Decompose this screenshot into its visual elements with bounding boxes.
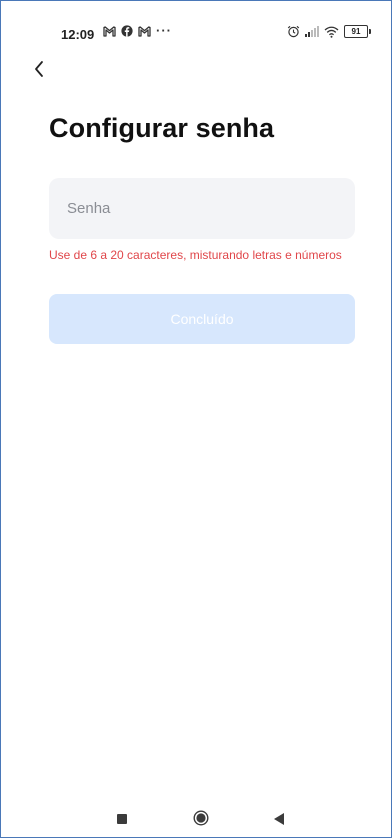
- back-button[interactable]: [27, 57, 51, 85]
- gmail-icon: [138, 25, 151, 37]
- gmail-icon: [103, 25, 116, 37]
- back-icon[interactable]: [273, 812, 285, 826]
- status-system-icons: 91: [287, 25, 371, 38]
- signal-icon: [305, 26, 319, 37]
- facebook-icon: [121, 25, 133, 37]
- password-field[interactable]: [49, 178, 355, 239]
- password-hint: Use de 6 a 20 caracteres, misturando let…: [49, 248, 342, 262]
- status-time: 12:09: [61, 27, 95, 42]
- status-bar: 12:09 ··· 91: [1, 1, 391, 57]
- password-input[interactable]: [65, 199, 339, 218]
- battery-icon: 91: [344, 25, 371, 38]
- more-notifications-icon: ···: [156, 23, 172, 38]
- page-title: Configurar senha: [49, 113, 275, 143]
- home-icon[interactable]: [193, 810, 209, 826]
- chevron-left-icon: [33, 60, 45, 83]
- recents-icon[interactable]: [117, 814, 127, 824]
- status-notification-icons: ···: [103, 23, 172, 38]
- phone-screen: 12:09 ··· 91 Configurar senha Use de 6 a…: [0, 0, 392, 838]
- navigation-bar: [1, 801, 391, 837]
- done-button[interactable]: Concluído: [49, 294, 355, 344]
- alarm-icon: [287, 25, 300, 38]
- wifi-icon: [324, 26, 339, 38]
